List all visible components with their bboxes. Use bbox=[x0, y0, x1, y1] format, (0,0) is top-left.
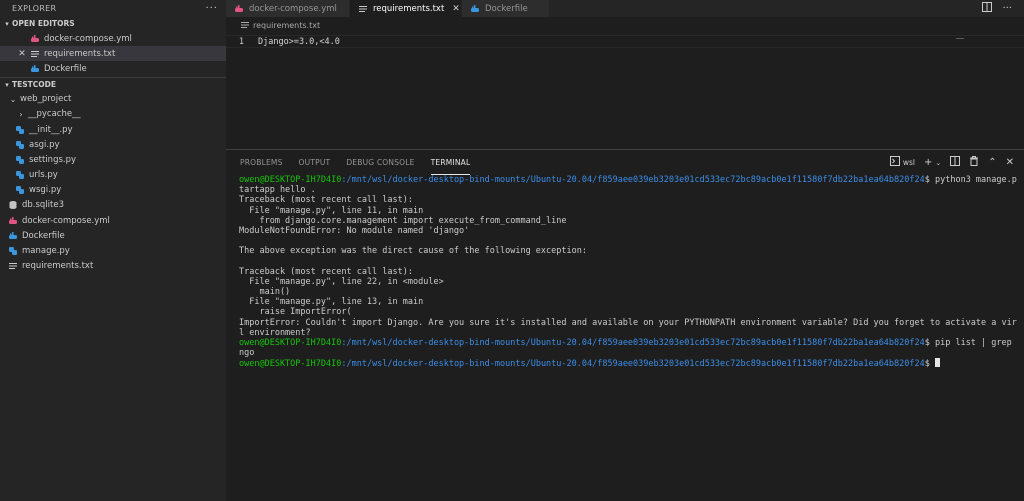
split-terminal-icon[interactable] bbox=[950, 156, 961, 169]
terminal-line: ngo bbox=[239, 348, 255, 359]
terminal-line: owen@DESKTOP-IH7D4I0:/mnt/wsl/docker-des… bbox=[239, 338, 1017, 348]
chevron-down-icon: ▾ bbox=[5, 80, 9, 89]
file-wsgi-py[interactable]: wsgi.py bbox=[0, 183, 226, 198]
python-icon bbox=[15, 155, 25, 165]
workspace-header[interactable]: ▾ TESTCODE bbox=[0, 76, 226, 92]
python-icon bbox=[15, 185, 25, 195]
explorer-title: EXPLORER bbox=[12, 3, 57, 13]
file-asgi-py[interactable]: asgi.py bbox=[0, 137, 226, 152]
terminal-line: ModuleNotFoundError: No module named 'dj… bbox=[239, 225, 470, 236]
terminal-line: Traceback (most recent call last): bbox=[239, 266, 413, 277]
open-editor-dockerfile[interactable]: Dockerfile bbox=[0, 61, 226, 76]
python-icon bbox=[15, 140, 25, 150]
open-editor-requirements[interactable]: ✕ requirements.txt bbox=[0, 46, 226, 62]
whale-icon bbox=[8, 216, 18, 226]
whale-icon bbox=[470, 4, 480, 14]
whale-icon bbox=[8, 231, 18, 241]
terminal-line: File "manage.py", line 22, in <module> bbox=[239, 276, 444, 287]
tab-docker-compose[interactable]: docker-compose.yml bbox=[226, 0, 350, 17]
editor-tab-bar: docker-compose.yml requirements.txt ✕ Do… bbox=[226, 0, 1024, 17]
folder-pycache[interactable]: › __pycache__ bbox=[0, 107, 226, 122]
file-settings-py[interactable]: settings.py bbox=[0, 152, 226, 167]
whale-icon bbox=[30, 34, 40, 44]
tab-debug-console[interactable]: DEBUG CONSOLE bbox=[346, 150, 414, 175]
text-file-icon bbox=[8, 261, 18, 271]
text-file-icon bbox=[358, 4, 368, 14]
terminal-output[interactable]: owen@DESKTOP-IH7D4I0:/mnt/wsl/docker-des… bbox=[239, 175, 1017, 369]
add-terminal-icon[interactable]: + bbox=[924, 157, 932, 168]
line-number: 1 bbox=[238, 36, 244, 47]
breadcrumb-file[interactable]: requirements.txt bbox=[253, 21, 320, 30]
chevron-down-icon[interactable]: ⌄ bbox=[935, 159, 941, 167]
whale-icon bbox=[30, 64, 40, 74]
more-actions-icon[interactable]: ··· bbox=[1002, 3, 1012, 14]
file-dockerfile[interactable]: Dockerfile bbox=[0, 228, 226, 243]
chevron-down-icon: ▾ bbox=[5, 19, 9, 28]
file-requirements-txt[interactable]: requirements.txt bbox=[0, 259, 226, 274]
terminal-line: The above exception was the direct cause… bbox=[239, 246, 587, 257]
tab-terminal[interactable]: TERMINAL bbox=[430, 150, 471, 175]
whale-icon bbox=[234, 4, 244, 14]
breadcrumb: requirements.txt bbox=[240, 20, 320, 30]
file-manage-py[interactable]: manage.py bbox=[0, 243, 226, 258]
terminal-line: l environment? bbox=[239, 327, 311, 338]
editor-line[interactable]: 1 Django>=3.0,<4.0 bbox=[226, 35, 1024, 48]
python-icon bbox=[8, 246, 18, 256]
terminal-line: File "manage.py", line 11, in main bbox=[239, 205, 424, 216]
close-icon[interactable]: ✕ bbox=[452, 4, 460, 14]
trash-icon[interactable] bbox=[969, 156, 979, 169]
terminal-line: raise ImportError( bbox=[239, 307, 352, 318]
panel-actions: wsl + ⌄ ⌃ ✕ bbox=[889, 150, 1014, 175]
terminal-line: from django.core.management import execu… bbox=[239, 215, 567, 226]
terminal-line: main() bbox=[239, 287, 291, 298]
python-icon bbox=[15, 170, 25, 180]
terminal-line: Traceback (most recent call last): bbox=[239, 195, 413, 206]
tab-output[interactable]: OUTPUT bbox=[299, 150, 331, 175]
file-docker-compose[interactable]: docker-compose.yml bbox=[0, 213, 226, 228]
tab-dockerfile[interactable]: Dockerfile bbox=[462, 0, 550, 17]
chevron-up-icon[interactable]: ⌃ bbox=[988, 157, 996, 168]
editor-actions: ··· bbox=[982, 0, 1012, 17]
chevron-right-icon: › bbox=[19, 109, 23, 119]
explorer-sidebar: EXPLORER ··· ▾ OPEN EDITORS docker-compo… bbox=[0, 0, 226, 501]
open-editor-docker-compose[interactable]: docker-compose.yml bbox=[0, 31, 226, 46]
more-actions-icon[interactable]: ··· bbox=[205, 3, 218, 14]
text-file-icon bbox=[30, 49, 40, 59]
file-db-sqlite[interactable]: db.sqlite3 bbox=[0, 198, 226, 213]
tab-requirements[interactable]: requirements.txt ✕ bbox=[350, 0, 462, 17]
tab-problems[interactable]: PROBLEMS bbox=[240, 150, 283, 175]
minimap bbox=[956, 38, 964, 39]
folder-web-project[interactable]: ⌄ web_project bbox=[0, 92, 226, 107]
terminal-cursor bbox=[935, 358, 940, 368]
terminal-line: owen@DESKTOP-IH7D4I0:/mnt/wsl/docker-des… bbox=[239, 175, 1017, 185]
terminal-line: tartapp hello . bbox=[239, 185, 316, 196]
close-icon[interactable]: ✕ bbox=[14, 49, 30, 59]
text-file-icon bbox=[240, 20, 250, 30]
terminal-icon bbox=[889, 156, 900, 169]
file-init-py[interactable]: __init__.py bbox=[0, 122, 226, 137]
code-text[interactable]: Django>=3.0,<4.0 bbox=[258, 37, 340, 47]
database-icon bbox=[8, 200, 18, 210]
bottom-panel: PROBLEMS OUTPUT DEBUG CONSOLE TERMINAL w… bbox=[226, 149, 1024, 501]
explorer-header: EXPLORER ··· bbox=[0, 0, 226, 16]
open-editors-header[interactable]: ▾ OPEN EDITORS bbox=[0, 16, 226, 31]
terminal-shell-label[interactable]: wsl bbox=[903, 158, 915, 167]
close-icon[interactable]: ✕ bbox=[1006, 157, 1014, 168]
terminal-line: File "manage.py", line 13, in main bbox=[239, 297, 424, 308]
terminal-line: owen@DESKTOP-IH7D4I0:/mnt/wsl/docker-des… bbox=[239, 358, 1017, 369]
python-icon bbox=[15, 125, 25, 135]
terminal-line: ImportError: Couldn't import Django. Are… bbox=[239, 317, 1017, 328]
chevron-down-icon: ⌄ bbox=[9, 94, 17, 104]
file-urls-py[interactable]: urls.py bbox=[0, 168, 226, 183]
split-editor-icon[interactable] bbox=[982, 2, 993, 15]
